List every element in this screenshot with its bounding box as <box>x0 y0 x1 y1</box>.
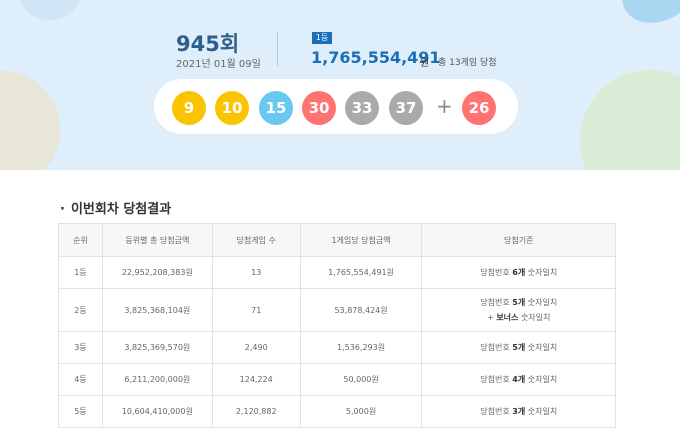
table-row: 5등 10,604,410,000원 2,120,882 5,000원 당첨번호… <box>58 395 616 428</box>
cell-total: 6,211,200,000원 <box>101 363 213 396</box>
criteria-text: 당첨번호 <box>480 268 513 277</box>
bullet: · <box>60 202 65 217</box>
criteria-count: 3개 <box>512 407 526 416</box>
decorative-circle <box>20 0 80 20</box>
criteria-count: 5개 <box>512 343 526 352</box>
cell-games: 2,120,882 <box>211 395 301 428</box>
cell-rank: 3등 <box>58 331 103 364</box>
plus-sign: + <box>436 94 453 118</box>
cell-criteria: 당첨번호 5개 숫자일치 + 보너스 숫자일치 <box>421 288 616 332</box>
criteria-count: 5개 <box>512 298 526 307</box>
cell-games: 124,224 <box>211 363 301 396</box>
winning-ball-1: 9 <box>172 91 206 125</box>
cell-criteria: 당첨번호 4개 숫자일치 <box>421 363 616 396</box>
winning-ball-4: 30 <box>302 91 336 125</box>
cell-total: 3,825,368,104원 <box>101 288 213 332</box>
draw-date: 2021년 01월 09일 <box>176 59 261 70</box>
cell-rank: 1등 <box>58 256 103 289</box>
criteria-count: 4개 <box>512 375 526 384</box>
criteria-text: 당첨번호 <box>480 343 513 352</box>
rank-badge: 1등 <box>312 32 332 44</box>
cell-games: 13 <box>211 256 301 289</box>
winners-count: 총 13게임 당첨 <box>438 58 497 68</box>
bonus-ball: 26 <box>462 91 496 125</box>
criteria-text: 숫자일치 <box>525 375 558 384</box>
criteria-text: 당첨번호 <box>480 298 513 307</box>
table-row: 1등 22,952,208,383원 13 1,765,554,491원 당첨번… <box>58 256 616 289</box>
cell-total: 10,604,410,000원 <box>101 395 213 428</box>
decorative-circle <box>580 70 680 170</box>
cell-rank: 5등 <box>58 395 103 428</box>
prize-unit: 원 <box>420 58 430 69</box>
winning-ball-6: 37 <box>389 91 423 125</box>
cell-criteria: 당첨번호 6개 숫자일치 <box>421 256 616 289</box>
cell-games: 2,490 <box>211 331 301 364</box>
criteria-bonus-line: + 보너스 숫자일치 <box>422 312 615 323</box>
section-title-text: 이번회차 당첨결과 <box>70 202 172 217</box>
prize-results-table: 순위 등위별 총 당첨금액 당첨게임 수 1게임당 당첨금액 당첨기준 1등 2… <box>58 223 616 428</box>
cell-per-game: 53,878,424원 <box>299 288 423 332</box>
criteria-bonus: 보너스 <box>496 313 519 322</box>
decorative-circle <box>0 70 60 170</box>
criteria-text: 숫자일치 <box>525 298 558 307</box>
divider <box>277 32 278 66</box>
decorative-leaf <box>610 0 680 36</box>
criteria-count: 6개 <box>512 268 526 277</box>
criteria-text: 숫자일치 <box>518 313 551 322</box>
cell-per-game: 5,000원 <box>299 395 423 428</box>
draw-result-banner: 945회 2021년 01월 09일 1등 1,765,554,491 원 총 … <box>0 0 680 170</box>
header-prize-per-game: 1게임당 당첨금액 <box>299 223 423 257</box>
table-row: 4등 6,211,200,000원 124,224 50,000원 당첨번호 4… <box>58 363 616 396</box>
table-row: 2등 3,825,368,104원 71 53,878,424원 당첨번호 5개… <box>58 288 616 332</box>
cell-rank: 2등 <box>58 288 103 332</box>
winning-ball-2: 10 <box>215 91 249 125</box>
table-header-row: 순위 등위별 총 당첨금액 당첨게임 수 1게임당 당첨금액 당첨기준 <box>58 223 616 257</box>
header-total-prize: 등위별 총 당첨금액 <box>101 223 213 257</box>
header-rank: 순위 <box>58 223 103 257</box>
cell-per-game: 1,765,554,491원 <box>299 256 423 289</box>
section-title: · 이번회차 당첨결과 <box>60 198 171 217</box>
table-row: 3등 3,825,369,570원 2,490 1,536,293원 당첨번호 … <box>58 331 616 364</box>
criteria-text: 당첨번호 <box>480 375 513 384</box>
draw-number: 945회 <box>176 32 240 56</box>
criteria-text: 숫자일치 <box>525 407 558 416</box>
cell-per-game: 1,536,293원 <box>299 331 423 364</box>
winning-ball-3: 15 <box>259 91 293 125</box>
criteria-text: + <box>487 313 497 322</box>
header-criteria: 당첨기준 <box>421 223 616 257</box>
cell-total: 22,952,208,383원 <box>101 256 213 289</box>
criteria-line: 당첨번호 5개 숫자일치 <box>422 297 615 308</box>
cell-rank: 4등 <box>58 363 103 396</box>
cell-per-game: 50,000원 <box>299 363 423 396</box>
cell-criteria: 당첨번호 5개 숫자일치 <box>421 331 616 364</box>
criteria-text: 숫자일치 <box>525 343 558 352</box>
cell-total: 3,825,369,570원 <box>101 331 213 364</box>
cell-games: 71 <box>211 288 301 332</box>
criteria-text: 숫자일치 <box>525 268 558 277</box>
criteria-text: 당첨번호 <box>480 407 513 416</box>
winning-ball-5: 33 <box>345 91 379 125</box>
header-winning-games: 당첨게임 수 <box>211 223 301 257</box>
cell-criteria: 당첨번호 3개 숫자일치 <box>421 395 616 428</box>
